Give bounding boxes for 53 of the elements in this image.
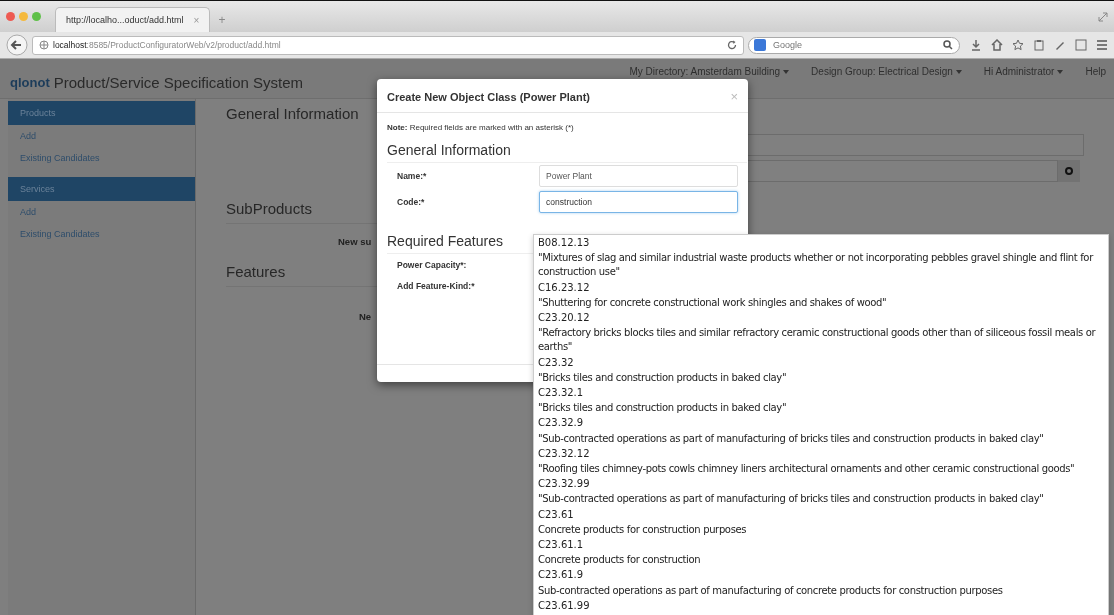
fullscreen-icon[interactable] [1098, 11, 1108, 22]
suggestion-description[interactable]: "Roofing tiles chimney-pots cowls chimney liners architectural ornaments and other ceramic constructional goods" [538, 461, 1104, 477]
circle-icon[interactable] [1065, 167, 1073, 175]
star-icon[interactable] [1012, 39, 1024, 51]
caret-icon[interactable] [955, 69, 962, 74]
suggestion-code[interactable]: C23.61 [538, 506, 1104, 522]
empty-message: New su [338, 236, 372, 247]
suggestion-code[interactable]: C23.61.9 [538, 567, 1104, 583]
code-field[interactable]: construction [539, 191, 738, 213]
address-bar[interactable]: localhost:8585/ProductConfiguratorWeb/v2/product/add.html [32, 35, 744, 55]
suggestion-code[interactable]: C23.32.99 [538, 476, 1104, 492]
download-icon[interactable] [970, 39, 982, 51]
suggestion-description[interactable]: Concrete products for construction purposes [538, 521, 1104, 538]
suggestion-code[interactable]: C23.20.12 [538, 310, 1104, 326]
search-field[interactable]: Google [748, 36, 960, 54]
home-icon[interactable] [991, 39, 1003, 51]
suggestion-description[interactable]: "Bricks tiles and construction products in baked clay" [538, 400, 1104, 416]
suggestion-code[interactable]: C23.32 [538, 354, 1104, 370]
suggestion-description[interactable]: "Bricks tiles and construction products in baked clay" [538, 369, 1104, 386]
search-engine-icon[interactable] [754, 39, 766, 51]
back-button[interactable] [6, 34, 28, 56]
pen-icon[interactable] [1054, 39, 1066, 51]
suggestion-code[interactable]: C23.61.99 [538, 597, 1104, 614]
suggestion-code[interactable]: C23.61.1 [538, 537, 1104, 553]
caret-icon[interactable] [1057, 69, 1064, 74]
clipboard-icon[interactable] [1033, 39, 1045, 51]
browser-tab[interactable]: http://localho...oduct/add.html × [55, 7, 211, 32]
caret-icon[interactable] [783, 69, 790, 74]
globe-icon[interactable] [39, 40, 49, 50]
name-field[interactable]: Power Plant [539, 165, 738, 187]
menu-icon[interactable] [1096, 39, 1108, 51]
suggestion-code[interactable]: C23.32.1 [538, 385, 1104, 401]
square-icon[interactable] [1075, 39, 1087, 51]
suggestion-code[interactable]: C23.32.12 [538, 445, 1104, 462]
suggestion-description[interactable]: Concrete products for construction [538, 552, 1104, 568]
dialog-title: Create New Object Class (Power Plant) [387, 90, 590, 103]
suggestion-description[interactable]: "Sub-contracted operations as part of manufacturing of bricks tiles and construction products in baked clay" [538, 430, 1104, 446]
add-button[interactable] [1058, 160, 1080, 182]
close-window-button[interactable] [6, 12, 15, 21]
reload-icon[interactable] [727, 40, 737, 50]
input-field[interactable] [746, 134, 1084, 156]
field-label: Name:* [397, 171, 428, 181]
search-icon[interactable] [943, 40, 953, 50]
suggestion-description[interactable]: "Shuttering for concrete constructional work shingles and shakes of wood" [538, 294, 1104, 310]
suggestion-description[interactable]: "Sub-contracted operations as part of manufacturing of bricks tiles and construction products in baked clay" [538, 491, 1104, 507]
suggestion-description[interactable]: Sub-contracted operations as part of manufacturing of concrete products for construction purposes [538, 582, 1104, 598]
section-heading: General Information [387, 142, 747, 163]
empty-message: Ne [359, 311, 372, 322]
field-label: Code:* [397, 197, 426, 207]
section-heading: General Information [226, 105, 360, 124]
suggestion-code[interactable]: C23.32.9 [538, 415, 1104, 431]
suggestion-description[interactable]: "Refractory bricks blocks tiles and similar refractory ceramic constructional goods other than of siliceous fossil meals or earths" [538, 325, 1104, 355]
required-note: Note: Required fields are marked with an asterisk (*) [387, 123, 575, 132]
